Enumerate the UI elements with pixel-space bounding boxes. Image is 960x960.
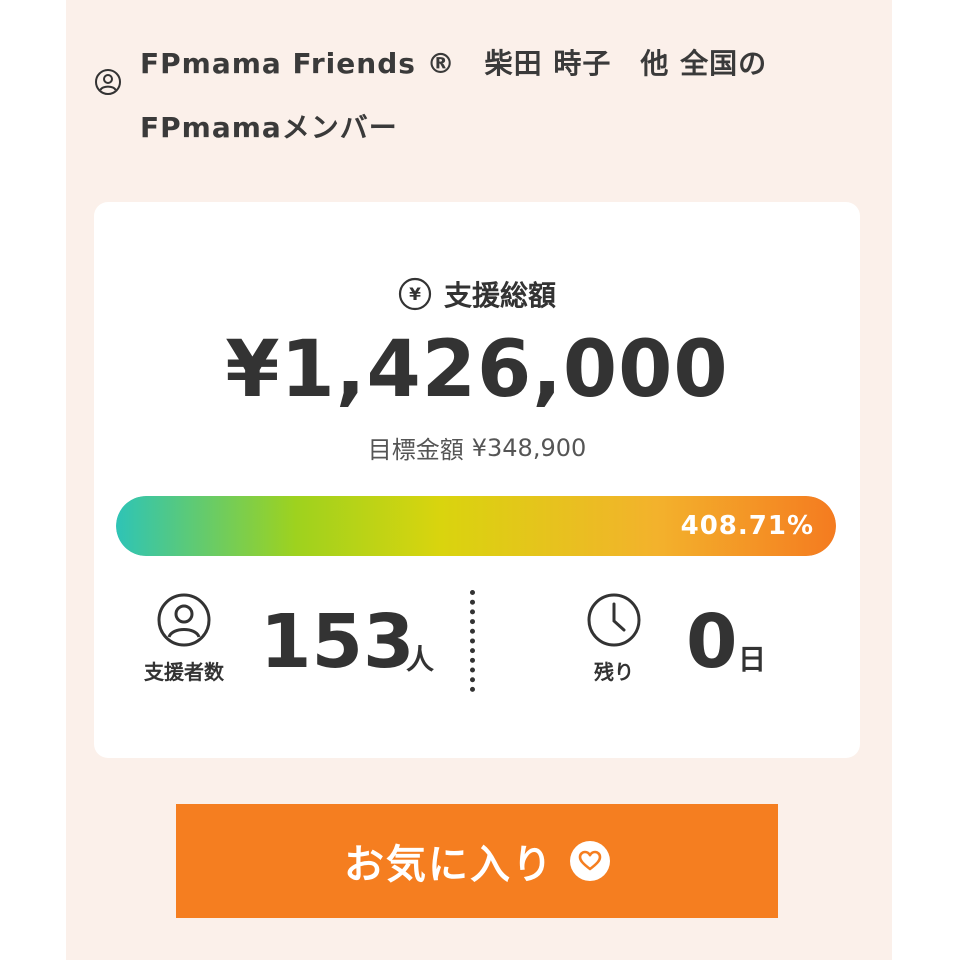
goal-row: 目標金額 ¥348,900	[94, 430, 860, 465]
total-label-row: ¥ 支援総額	[94, 274, 860, 314]
svg-text:¥: ¥	[409, 285, 421, 305]
goal-label: 目標金額	[367, 436, 464, 464]
supporters-count: 153	[260, 599, 415, 685]
funding-card: ¥ 支援総額 ¥1,426,000 目標金額 ¥348,900 408.71% …	[94, 202, 860, 758]
heart-icon	[570, 841, 610, 881]
project-owner-name[interactable]: FPmama Friends ® 柴田 時子 他 全国のFPmamaメンバー	[140, 32, 874, 160]
progress-percentage: 408.71%	[680, 511, 814, 541]
remaining-days: 0	[686, 599, 738, 685]
progress-bar: 408.71%	[116, 496, 836, 556]
user-circle-icon	[95, 69, 121, 95]
project-panel: FPmama Friends ® 柴田 時子 他 全国のFPmamaメンバー ¥…	[66, 0, 892, 960]
favorite-label: お気に入り	[344, 843, 554, 887]
total-label: 支援総額	[443, 279, 556, 312]
project-owner[interactable]: FPmama Friends ® 柴田 時子 他 全国のFPmamaメンバー	[94, 32, 874, 160]
supporters-unit: 人	[406, 643, 435, 676]
goal-amount: ¥348,900	[471, 433, 587, 462]
total-amount: ¥1,426,000	[225, 325, 729, 415]
supporters-icon-wrap: 支援者数	[134, 592, 234, 685]
clock-icon	[587, 593, 641, 647]
supporters-label: 支援者数	[144, 660, 224, 684]
remaining-label: 残り	[594, 660, 634, 684]
remaining-stat: 残り 0 日	[564, 592, 824, 702]
supporters-stat: 支援者数 153 人	[134, 592, 464, 702]
remaining-icon-wrap: 残り	[564, 592, 664, 685]
stats-divider	[470, 590, 475, 692]
user-circle-icon	[157, 593, 211, 647]
favorite-button[interactable]: お気に入り	[176, 804, 778, 918]
yen-icon: ¥	[398, 277, 432, 311]
remaining-unit: 日	[738, 643, 767, 676]
